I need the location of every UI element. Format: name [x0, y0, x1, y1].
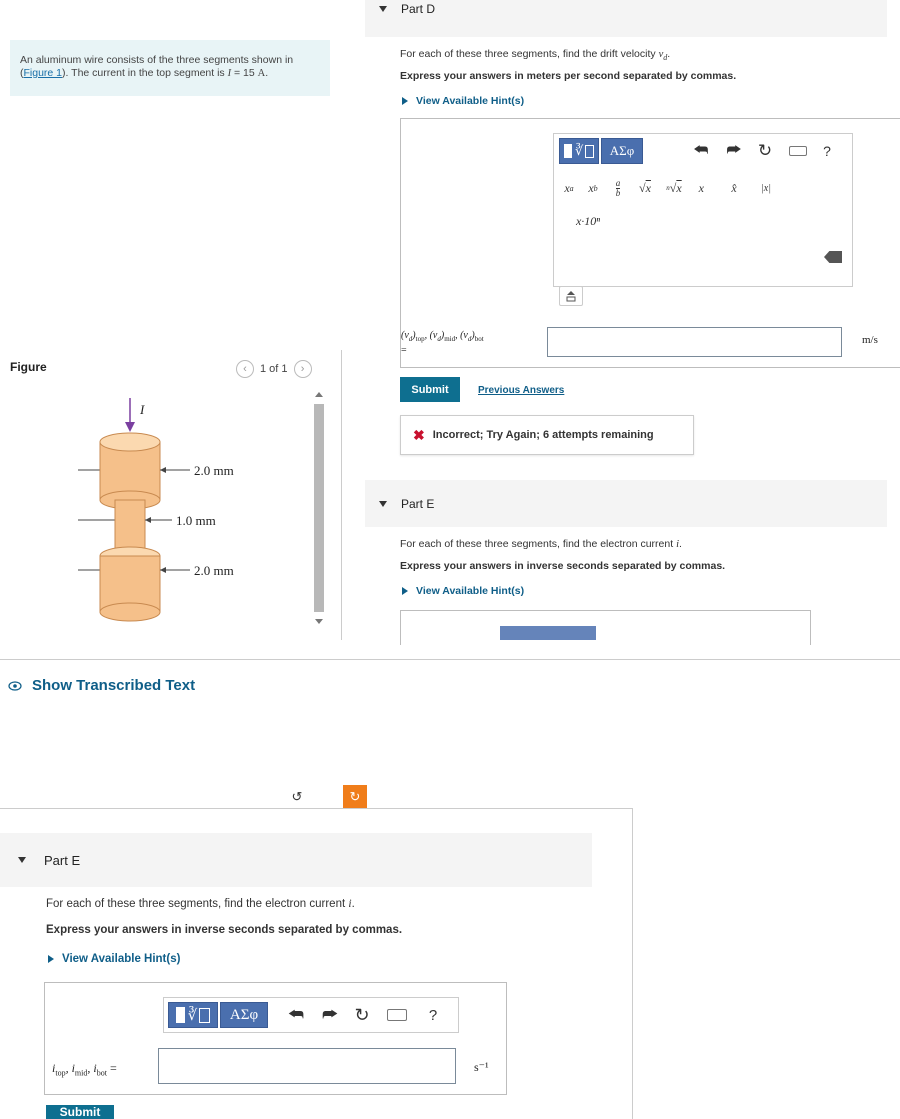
greek-symbols-button[interactable]: ΑΣφ	[601, 138, 643, 164]
keyboard-up-icon	[566, 291, 576, 302]
part-d-unit: m/s	[862, 334, 878, 346]
unit-vector-button[interactable]: x̂	[723, 176, 745, 200]
reset-icon[interactable]: ↻	[350, 1004, 374, 1026]
part-d-feedback: ✖ Incorrect; Try Again; 6 attempts remai…	[400, 415, 694, 455]
help-button[interactable]: ?	[817, 140, 837, 162]
part-e-toolbar-partial	[500, 626, 596, 640]
lower-part-e-math-toolbar: ∛ ΑΣφ ⮪ ⮫ ↻ ?	[163, 997, 459, 1033]
previous-answers-link[interactable]: Previous Answers	[478, 385, 564, 396]
lower-part-e-submit-button[interactable]: Submit	[46, 1105, 114, 1119]
redo-icon[interactable]: ⮫	[722, 140, 746, 162]
templates-button[interactable]: ∛	[559, 138, 599, 164]
dim-top-label: 2.0 mm	[194, 463, 234, 478]
undo-icon[interactable]: ⮪	[284, 1004, 308, 1026]
scroll-thumb	[314, 404, 324, 612]
part-e-instruction: For each of these three segments, find t…	[400, 538, 682, 550]
part-d-header[interactable]: Part D	[365, 0, 887, 37]
sqrt-button[interactable]: √ x	[632, 176, 658, 200]
fraction-button[interactable]: ab	[608, 176, 628, 200]
vector-button[interactable]: x⃗	[695, 176, 717, 200]
part-d-express: Express your answers in meters per secon…	[400, 70, 737, 82]
wire-figure: I 2.0 mm 1.0 mm 2.0 mm	[78, 398, 234, 622]
reload-icon[interactable]: ↺	[285, 785, 309, 809]
keyboard-icon[interactable]	[384, 1006, 410, 1024]
scientific-notation-button[interactable]: x·10ⁿ	[558, 208, 618, 234]
part-e-header[interactable]: Part E	[365, 480, 887, 527]
lower-part-e-header[interactable]: Part E	[0, 833, 592, 887]
part-e-express: Express your answers in inverse seconds …	[400, 560, 726, 572]
undo-icon[interactable]: ⮪	[689, 140, 713, 162]
part-d-answer-label: (vd)top, (vd)mid, (vd)bot =	[401, 330, 484, 356]
figure-pager: ‹ 1 of 1 ›	[236, 360, 312, 378]
backspace-icon[interactable]	[822, 248, 844, 266]
figure-link[interactable]: Figure 1	[24, 67, 63, 79]
eye-icon	[8, 680, 22, 691]
refresh-orange-button[interactable]: ↻	[343, 785, 367, 809]
part-e-hint-link[interactable]: View Available Hint(s)	[402, 585, 524, 597]
part-d-answer-input[interactable]	[547, 327, 842, 357]
collapse-icon	[379, 500, 387, 507]
figure-page-count: 1 of 1	[260, 363, 288, 375]
part-d-submit-button[interactable]: Submit	[400, 377, 460, 402]
nth-root-button[interactable]: n √ x	[660, 176, 688, 200]
keyboard-icon[interactable]	[785, 142, 811, 160]
figure-title: Figure	[10, 360, 47, 374]
collapse-icon	[18, 857, 26, 863]
templates-button[interactable]: ∛	[168, 1002, 218, 1028]
absolute-value-button[interactable]: |x|	[752, 176, 780, 200]
part-e-answer-box-partial	[400, 610, 811, 645]
lower-part-e-express: Express your answers in inverse seconds …	[46, 924, 403, 936]
scroll-down-arrow	[315, 619, 323, 624]
lower-part-e-answer-label: itop, imid, ibot =	[52, 1061, 117, 1078]
dim-mid-label: 1.0 mm	[176, 513, 216, 528]
help-button[interactable]: ?	[422, 1004, 444, 1026]
scroll-up-arrow	[315, 392, 323, 397]
problem-statement: An aluminum wire consists of the three s…	[10, 40, 330, 96]
lower-part-e-instruction: For each of these three segments, find t…	[46, 898, 355, 910]
lower-part-e-answer-input[interactable]	[158, 1048, 456, 1084]
lower-part-e-unit: s⁻¹	[474, 1060, 489, 1074]
part-d-math-toolbar: ∛ ΑΣφ ⮪ ⮫ ↻ ? xa xb ab √ x n √ x x⃗ x̂ |x| …	[553, 133, 853, 287]
collapse-icon	[379, 6, 387, 12]
dim-bot-label: 2.0 mm	[194, 563, 234, 578]
part-d-hint-link[interactable]: View Available Hint(s)	[402, 95, 524, 107]
superscript-button[interactable]: xa	[558, 176, 580, 200]
reset-icon[interactable]: ↻	[753, 140, 777, 162]
part-d-instruction: For each of these three segments, find t…	[400, 48, 671, 63]
current-arrow-head	[125, 422, 135, 432]
redo-icon[interactable]: ⮫	[318, 1004, 342, 1026]
greek-symbols-button[interactable]: ΑΣφ	[220, 1002, 268, 1028]
expand-icon	[48, 955, 54, 963]
lower-part-e-hint-link[interactable]: View Available Hint(s)	[48, 953, 180, 965]
subscript-button[interactable]: xb	[582, 176, 604, 200]
expand-icon	[402, 587, 408, 595]
section-divider	[0, 659, 900, 660]
show-transcribed-text-button[interactable]: Show Transcribed Text	[8, 677, 195, 694]
figure-scrollbar[interactable]	[312, 388, 326, 628]
keyboard-toggle-button[interactable]	[559, 286, 583, 306]
expand-icon	[402, 97, 408, 105]
next-figure-button[interactable]: ›	[293, 360, 312, 378]
column-divider	[341, 350, 342, 640]
error-icon: ✖	[413, 426, 425, 443]
current-label: I	[139, 402, 145, 417]
prev-figure-button[interactable]: ‹	[236, 360, 254, 378]
